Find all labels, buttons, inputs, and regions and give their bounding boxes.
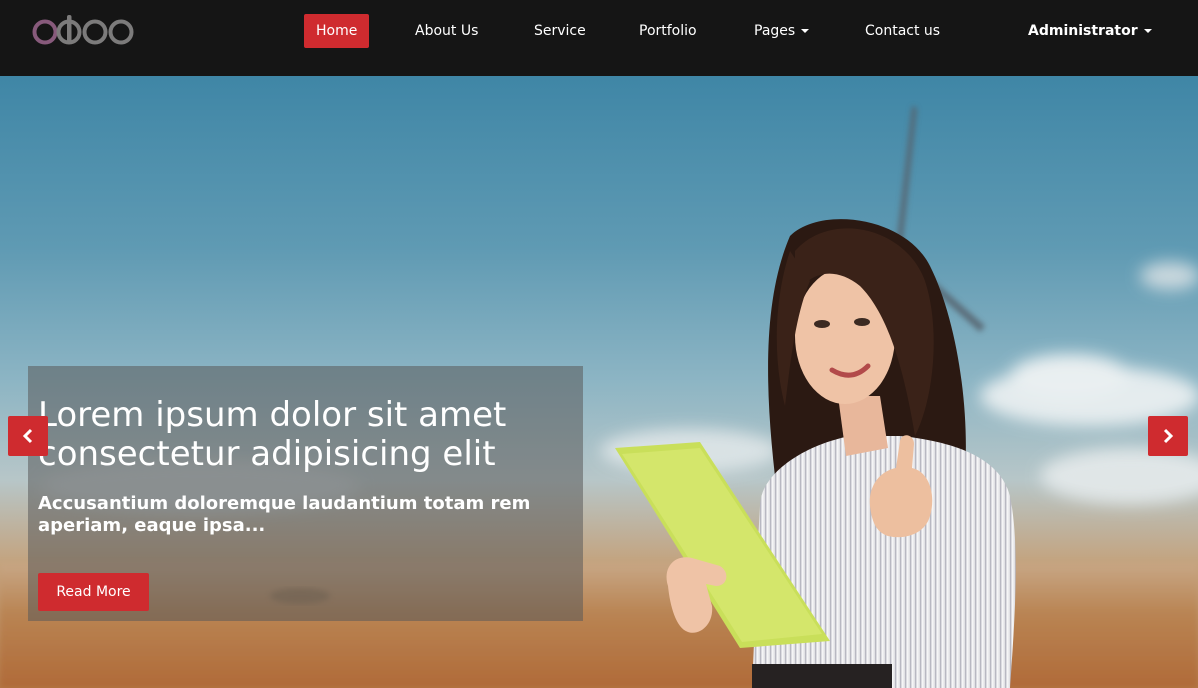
- caret-down-icon: [1143, 29, 1152, 33]
- chevron-left-icon: [22, 428, 33, 444]
- carousel-next-button[interactable]: [1148, 416, 1188, 456]
- odoo-logo[interactable]: [32, 15, 138, 47]
- hero-subtitle: Accusantium doloremque laudantium totam …: [38, 493, 531, 536]
- read-more-button[interactable]: Read More: [38, 573, 149, 611]
- user-menu-dropdown[interactable]: Administrator: [1028, 14, 1152, 48]
- nav-contact-us[interactable]: Contact us: [865, 14, 940, 48]
- hero-title: Lorem ipsum dolor sit amet consectetur a…: [38, 395, 507, 474]
- nav-about-us[interactable]: About Us: [415, 14, 478, 48]
- carousel-prev-button[interactable]: [8, 416, 48, 456]
- nav-home[interactable]: Home: [304, 14, 370, 48]
- nav-service[interactable]: Service: [534, 14, 586, 48]
- chevron-right-icon: [1163, 428, 1174, 444]
- top-navbar: Home About Us Service Portfolio Pages Co…: [0, 0, 1198, 76]
- carousel-caption: Lorem ipsum dolor sit amet consectetur a…: [28, 366, 583, 621]
- nav-pages-label: Pages: [754, 23, 796, 39]
- nav-pages-dropdown[interactable]: Pages: [754, 14, 810, 48]
- user-name-label: Administrator: [1028, 23, 1138, 39]
- caret-down-icon: [801, 29, 810, 33]
- nav-portfolio[interactable]: Portfolio: [639, 14, 697, 48]
- hero-carousel: Lorem ipsum dolor sit amet consectetur a…: [0, 76, 1198, 688]
